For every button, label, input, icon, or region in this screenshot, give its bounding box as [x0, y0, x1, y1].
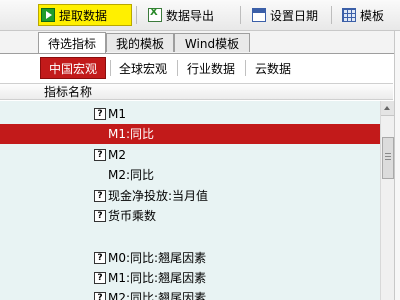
- column-header-label: 指标名称: [44, 85, 93, 99]
- subtab-separator: [177, 60, 178, 76]
- subtab-label: 云数据: [254, 61, 291, 76]
- subtab-label: 全球宏观: [118, 61, 167, 76]
- tab-wind-templates[interactable]: Wind模板: [174, 33, 250, 52]
- category-tabs: 中国宏观 全球宏观 行业数据 云数据: [0, 54, 400, 82]
- tab-my-templates[interactable]: 我的模板: [106, 33, 174, 52]
- tree-item-net-cash-injection[interactable]: ? 现金净投放:当月值: [0, 186, 380, 206]
- export-data-label: 数据导出: [166, 8, 215, 23]
- toolbar: 提取数据 数据导出 设置日期 模板: [0, 0, 400, 31]
- tree-item-money-multiplier[interactable]: ? 货币乘数: [0, 206, 380, 226]
- tab-label: 我的模板: [115, 36, 164, 51]
- tree-item-m2-yoy[interactable]: M2:同比: [0, 165, 380, 185]
- tree-item-m2-yoy-tail[interactable]: ? M2:同比:翘尾因素: [0, 288, 380, 300]
- template-grid-icon: [342, 8, 356, 22]
- help-icon: ?: [94, 210, 106, 222]
- help-icon: ?: [94, 272, 106, 284]
- help-icon: ?: [94, 292, 106, 300]
- subtab-industry-data[interactable]: 行业数据: [180, 57, 242, 79]
- tree-item-label: M1:同比:翘尾因素: [108, 271, 207, 285]
- extract-data-button[interactable]: 提取数据: [38, 4, 132, 26]
- tree-item-m2[interactable]: ? M2: [0, 145, 380, 165]
- subtab-label: 中国宏观: [48, 61, 97, 76]
- subtab-separator: [110, 60, 111, 76]
- tree-item-label: M1:同比: [108, 127, 155, 141]
- subtab-global-macro[interactable]: 全球宏观: [112, 57, 174, 79]
- export-data-button[interactable]: 数据导出: [146, 4, 214, 26]
- tab-bar: 待选指标 我的模板 Wind模板: [0, 31, 400, 54]
- tree-item-label: M1: [108, 107, 126, 121]
- tree-item-label: M2:同比: [108, 168, 155, 182]
- indicator-name-column-header[interactable]: 指标名称: [0, 83, 393, 100]
- subtab-china-macro[interactable]: 中国宏观: [40, 57, 106, 79]
- tree-item-label: M0:同比:翘尾因素: [108, 251, 207, 265]
- tab-candidate-indicators[interactable]: 待选指标: [38, 32, 106, 53]
- template-button[interactable]: 模板: [340, 4, 384, 26]
- toolbar-separator: [240, 6, 241, 24]
- tree-item-blank: [0, 227, 380, 247]
- tree-item-label: M2:同比:翘尾因素: [108, 291, 207, 300]
- tree-item-m0-yoy-tail[interactable]: ? M0:同比:翘尾因素: [0, 248, 380, 268]
- help-icon: ?: [94, 190, 106, 202]
- help-icon: ?: [94, 252, 106, 264]
- tab-label: 待选指标: [47, 36, 96, 51]
- help-icon: ?: [94, 149, 106, 161]
- toolbar-separator: [136, 6, 137, 24]
- template-label: 模板: [360, 8, 385, 23]
- tree-item-label: M2: [108, 148, 126, 162]
- help-icon: ?: [94, 108, 106, 120]
- tree-item-label: 现金净投放:当月值: [108, 189, 209, 203]
- play-icon: [41, 8, 55, 22]
- extract-data-label: 提取数据: [59, 8, 108, 23]
- indicator-tree: ? M1 M1:同比 ? M2 M2:同比 ? 现金净投放:当月值 ? 货币乘数…: [0, 101, 380, 300]
- subtab-separator: [245, 60, 246, 76]
- subtab-label: 行业数据: [186, 61, 235, 76]
- tree-item-m1-yoy-tail[interactable]: ? M1:同比:翘尾因素: [0, 268, 380, 288]
- tab-label: Wind模板: [184, 36, 240, 51]
- tree-item-m1[interactable]: ? M1: [0, 104, 380, 124]
- panel-right-edge: [394, 31, 400, 300]
- subtab-cloud-data[interactable]: 云数据: [248, 57, 298, 79]
- toolbar-separator: [331, 6, 332, 24]
- set-date-button[interactable]: 设置日期: [250, 4, 318, 26]
- scrollbar-thumb[interactable]: [382, 137, 394, 179]
- vertical-scrollbar[interactable]: [380, 101, 394, 300]
- scroll-up-arrow-icon[interactable]: [381, 101, 394, 116]
- tree-item-m1-yoy[interactable]: M1:同比: [0, 124, 380, 144]
- set-date-label: 设置日期: [270, 8, 319, 23]
- excel-export-icon: [148, 7, 162, 22]
- tree-item-label: 货币乘数: [108, 209, 157, 223]
- calendar-icon: [252, 8, 266, 22]
